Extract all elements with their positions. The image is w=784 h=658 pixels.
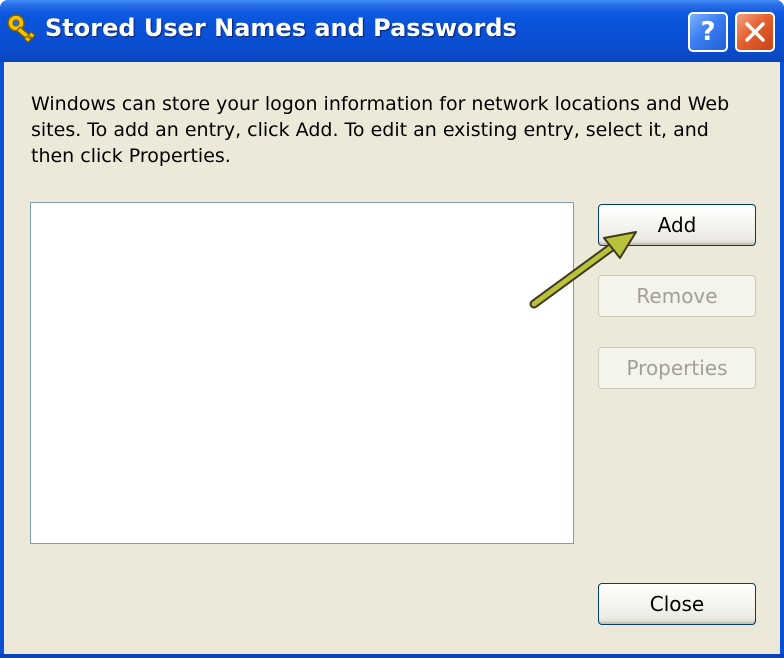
close-icon	[745, 22, 765, 42]
dialog-body: Windows can store your logon information…	[4, 62, 780, 654]
properties-button[interactable]: Properties	[598, 347, 756, 389]
window-title: Stored User Names and Passwords	[45, 14, 517, 42]
key-icon	[7, 14, 36, 43]
window-close-button[interactable]	[735, 12, 775, 52]
description-text: Windows can store your logon information…	[31, 93, 730, 167]
help-icon: ?	[700, 17, 716, 47]
dialog-window: Stored User Names and Passwords ? Window…	[0, 0, 784, 658]
annotation-arrow-icon	[529, 231, 637, 309]
title-bar[interactable]: Stored User Names and Passwords ?	[0, 0, 784, 62]
window-bottom-border	[0, 654, 784, 658]
close-button[interactable]: Close	[598, 583, 756, 625]
credentials-list[interactable]	[30, 202, 574, 544]
help-button[interactable]: ?	[688, 12, 728, 52]
